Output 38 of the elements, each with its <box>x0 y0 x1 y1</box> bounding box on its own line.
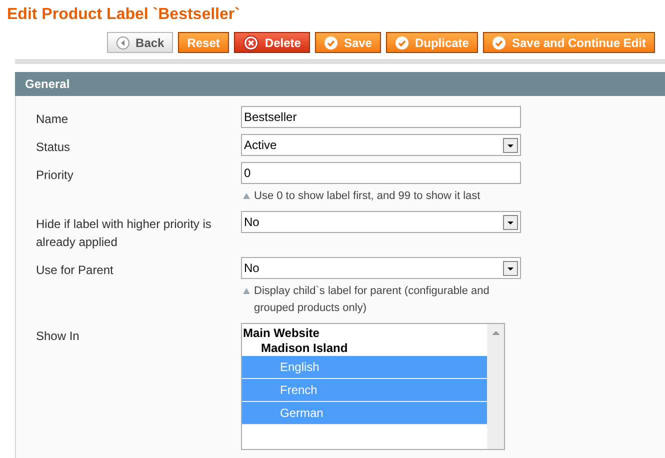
field-label: Show In <box>36 328 80 345</box>
back-icon <box>116 36 130 50</box>
option-group: Madison Island <box>242 341 487 356</box>
list-option[interactable]: French <box>242 379 487 402</box>
action-button[interactable]: Duplicate <box>386 32 478 53</box>
field-label: Hide if label with higher priority is already applied <box>36 216 212 251</box>
dropdown-icon[interactable] <box>503 260 518 276</box>
field-label: Name <box>36 111 70 128</box>
close-icon <box>242 34 259 50</box>
hint-icon <box>243 288 250 294</box>
hint-icon <box>243 193 250 199</box>
check-icon <box>324 36 338 50</box>
hint-text: Display child`s label for parent (configurable and grouped products only) <box>254 284 490 316</box>
text-field[interactable]: Bestseller <box>241 106 521 128</box>
action-button[interactable]: Reset <box>178 32 229 53</box>
page-title: Edit Product Label `Bestseller` <box>7 6 240 24</box>
field-label: Status <box>36 139 72 156</box>
select-field[interactable]: No <box>241 257 521 279</box>
check-icon <box>394 36 409 50</box>
multiselect-list[interactable]: Main Website Madison Island English French German <box>241 323 505 450</box>
dropdown-icon[interactable] <box>503 138 518 152</box>
field-label: Use for Parent <box>36 262 114 279</box>
scrollbar[interactable] <box>487 324 504 449</box>
check-icon <box>492 36 506 50</box>
list-option[interactable]: German <box>242 402 487 425</box>
select-field[interactable]: No <box>241 211 521 233</box>
section-header: General <box>15 72 665 96</box>
hint-text: Use 0 to show label first, and 99 to show it last <box>254 189 480 204</box>
back-button[interactable]: Back <box>106 32 174 53</box>
select-field[interactable]: Active <box>241 134 521 156</box>
list-option[interactable]: English <box>242 356 487 379</box>
option-group: Main Website <box>242 326 487 341</box>
delete-button[interactable]: Delete <box>234 32 310 53</box>
action-button[interactable]: Save <box>314 32 381 53</box>
dropdown-icon[interactable] <box>503 214 518 230</box>
field-label: Priority <box>36 167 74 184</box>
text-field[interactable]: 0 <box>241 162 521 184</box>
action-button[interactable]: Save and Continue Edit <box>482 32 655 53</box>
